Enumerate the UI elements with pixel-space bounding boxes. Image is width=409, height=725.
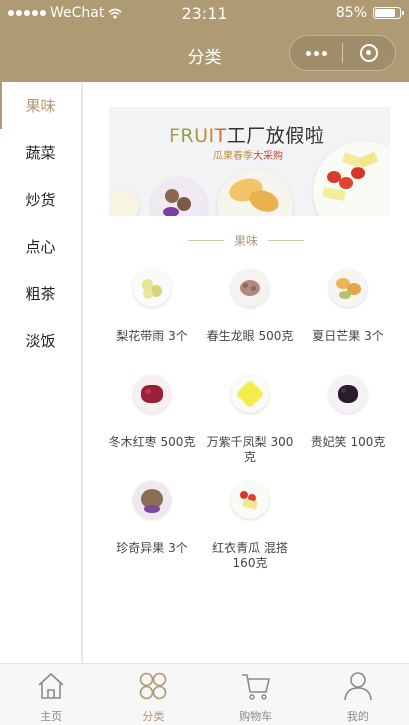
status-bar: WeChat 23:11 85% (0, 0, 409, 27)
banner-subtitle-a: 瓜果春季 (213, 151, 253, 162)
banner-title-suffix: 工厂放假啦 (226, 125, 325, 147)
product-name: 夏日芒果 3个 (312, 329, 384, 343)
more-menu-icon[interactable] (290, 50, 342, 56)
product-name: 春生龙眼 500克 (206, 329, 294, 343)
tab-home[interactable]: 主页 (0, 664, 102, 725)
category-sidebar: 果味 蔬菜 炒货 点心 粗茶 淡饭 (0, 82, 83, 663)
sidebar-item-label: 果味 (25, 97, 56, 115)
section-title: 果味 (233, 234, 258, 248)
sidebar-item-label: 淡饭 (25, 332, 56, 350)
product-item-kiwi[interactable]: 珍奇异果 3个 (104, 481, 200, 556)
mango-plate-image (217, 169, 293, 216)
sidebar-item-snacks[interactable]: 点心 (0, 223, 81, 270)
banner-subtitle-b: 大采购 (253, 151, 283, 162)
user-icon (344, 672, 372, 701)
kiwi-plate-image (151, 177, 207, 216)
section-header: 果味 (83, 232, 409, 249)
product-item-longan[interactable]: 春生龙眼 500克 (202, 269, 298, 344)
melon-mix-plate-icon (231, 481, 269, 519)
category-icon (140, 672, 167, 700)
product-item-melon-mix[interactable]: 红衣青瓜 混搭160克 (202, 481, 298, 571)
sidebar-item-label: 粗茶 (25, 285, 56, 303)
close-mini-program-icon[interactable] (343, 44, 395, 62)
product-item-pear[interactable]: 梨花带雨 3个 (104, 269, 200, 344)
cart-icon (241, 674, 270, 700)
product-name: 珍奇异果 3个 (116, 541, 188, 555)
product-item-pineapple[interactable]: 万紫千凤梨 300克 (202, 375, 298, 465)
tab-label: 我的 (346, 710, 369, 723)
banner-title-prefix: FRUIT (169, 125, 227, 147)
product-item-mango[interactable]: 夏日芒果 3个 (300, 269, 396, 344)
nav-bar: 分类 (0, 27, 409, 82)
battery-icon (373, 7, 404, 19)
product-name: 贵妃笑 100克 (310, 435, 386, 449)
home-icon (38, 673, 64, 699)
mango-plate-icon (329, 269, 367, 307)
product-name: 红衣青瓜 混搭160克 (212, 541, 288, 570)
tab-label: 分类 (142, 710, 165, 723)
pear-plate-icon (133, 269, 171, 307)
product-item-red-date[interactable]: 冬木红枣 500克 (104, 375, 200, 450)
section-divider-right (268, 240, 304, 241)
sidebar-item-vegetables[interactable]: 蔬菜 (0, 129, 81, 176)
mini-program-capsule (289, 35, 396, 71)
tab-label: 主页 (40, 710, 63, 723)
kiwi-plate-icon (133, 481, 171, 519)
promo-banner[interactable]: FRUIT工厂放假啦 瓜果春季大采购 (109, 107, 390, 216)
sidebar-item-meals[interactable]: 淡饭 (0, 317, 81, 364)
red-date-plate-icon (133, 375, 171, 413)
sidebar-item-label: 炒货 (25, 191, 56, 209)
banner-subtitle: 瓜果春季大采购 (213, 147, 283, 162)
product-item-lychee[interactable]: 贵妃笑 100克 (300, 375, 396, 450)
tab-profile[interactable]: 我的 (307, 664, 409, 725)
tab-label: 购物车 (239, 710, 273, 723)
bottom-tab-bar: 主页 分类 购物车 我的 (0, 663, 409, 725)
tab-category[interactable]: 分类 (102, 664, 204, 725)
category-content: FRUIT工厂放假啦 瓜果春季大采购 果味 梨花带雨 3个 春生龙眼 500克 … (83, 82, 409, 663)
sidebar-item-label: 蔬菜 (25, 144, 56, 162)
sidebar-item-nuts[interactable]: 炒货 (0, 176, 81, 223)
pear-plate-image (109, 189, 139, 216)
lychee-plate-icon (329, 375, 367, 413)
tab-cart[interactable]: 购物车 (205, 664, 307, 725)
battery-area: 85% (335, 5, 404, 21)
battery-percent: 85% (335, 5, 367, 21)
sidebar-item-tea[interactable]: 粗茶 (0, 270, 81, 317)
sidebar-item-fruit[interactable]: 果味 (0, 82, 81, 129)
product-name: 万紫千凤梨 300克 (206, 435, 294, 464)
pineapple-plate-icon (231, 375, 269, 413)
sidebar-item-label: 点心 (25, 238, 56, 256)
product-name: 梨花带雨 3个 (116, 329, 188, 343)
product-name: 冬木红枣 500克 (108, 435, 196, 449)
longan-plate-icon (231, 269, 269, 307)
banner-title: FRUIT工厂放假啦 (169, 121, 324, 148)
section-divider-left (187, 240, 224, 241)
fruit-mix-plate-image (313, 141, 390, 216)
